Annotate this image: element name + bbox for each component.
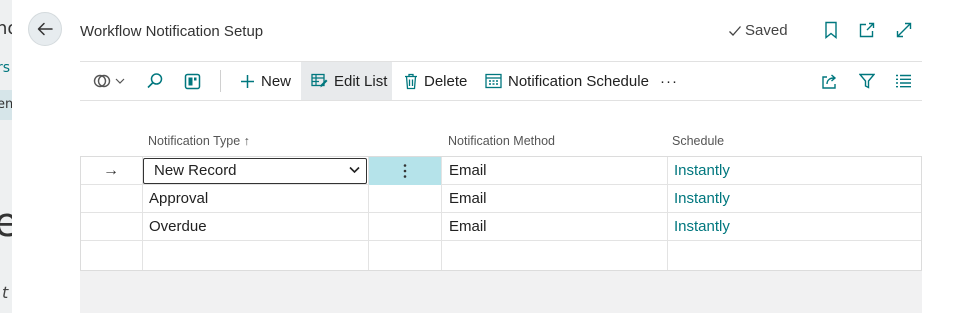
- list-view-icon: [896, 74, 911, 88]
- column-header-schedule[interactable]: Schedule: [672, 134, 724, 148]
- table-row[interactable]: Overdue Email Instantly: [81, 213, 921, 241]
- background-text-fragment: e: [0, 200, 12, 246]
- list-view-button[interactable]: [895, 62, 912, 100]
- filter-button[interactable]: [859, 62, 875, 100]
- share-icon: [822, 73, 837, 89]
- share-button[interactable]: [821, 62, 839, 100]
- expand-icon: [896, 22, 912, 38]
- notification-schedule-button[interactable]: Notification Schedule: [485, 62, 649, 100]
- column-header-label: Notification Type: [148, 134, 241, 148]
- row-actions-button[interactable]: [369, 157, 441, 185]
- background-text-fragment: en: [0, 97, 12, 112]
- delete-button[interactable]: Delete: [404, 62, 467, 100]
- sort-ascending-icon: ↑: [243, 134, 250, 148]
- edit-list-button[interactable]: Edit List: [301, 62, 392, 100]
- page-footer-area: [80, 271, 922, 313]
- more-vertical-icon: [403, 164, 407, 178]
- column-header-notification-type[interactable]: Notification Type ↑: [148, 134, 250, 148]
- notification-type-value: New Record: [154, 162, 237, 179]
- empty-new-row[interactable]: [81, 241, 921, 269]
- views-icon: [93, 74, 111, 88]
- notification-method-cell[interactable]: Email: [449, 157, 487, 185]
- saved-label: Saved: [745, 22, 788, 39]
- schedule-link[interactable]: Instantly: [674, 157, 730, 185]
- saved-status: Saved: [728, 22, 788, 39]
- expand-button[interactable]: [894, 20, 914, 40]
- checkmark-icon: [729, 25, 741, 36]
- background-text-fragment: no: [0, 18, 12, 39]
- more-options-button[interactable]: ···: [660, 62, 678, 100]
- notification-method-cell[interactable]: Email: [449, 185, 487, 213]
- toolbar-divider: [220, 70, 221, 92]
- notification-schedule-label: Notification Schedule: [508, 72, 649, 90]
- schedule-link[interactable]: Instantly: [674, 213, 730, 241]
- views-menu-button[interactable]: [92, 62, 125, 100]
- background-text-fragment: t: [2, 283, 9, 302]
- layout-panel-icon: [184, 73, 201, 89]
- delete-label: Delete: [424, 72, 468, 90]
- background-text-fragment: rs: [0, 60, 11, 76]
- current-row-arrow-icon: →: [103, 162, 119, 179]
- notification-grid: → New Record Email Instantly Approval Em…: [80, 156, 922, 271]
- table-row[interactable]: Approval Email Instantly: [81, 185, 921, 213]
- open-new-window-button[interactable]: [857, 20, 877, 40]
- notification-method-cell[interactable]: Email: [449, 213, 487, 241]
- plus-icon: [241, 74, 254, 88]
- notification-type-cell[interactable]: Approval: [149, 185, 208, 213]
- new-label: New: [261, 72, 292, 90]
- chevron-down-icon: [349, 166, 360, 174]
- edit-list-icon: [311, 73, 328, 88]
- table-row[interactable]: → New Record Email Instantly: [81, 157, 921, 185]
- back-button[interactable]: [28, 12, 62, 46]
- open-in-new-window-icon: [859, 22, 875, 38]
- filter-pane-button[interactable]: [184, 62, 201, 100]
- search-button[interactable]: [146, 62, 164, 100]
- search-icon: [147, 73, 163, 89]
- chevron-down-icon: [115, 78, 125, 84]
- calendar-schedule-icon: [485, 73, 502, 89]
- edit-list-label: Edit List: [334, 72, 388, 90]
- notification-type-cell[interactable]: Overdue: [149, 213, 207, 241]
- schedule-link[interactable]: Instantly: [674, 185, 730, 213]
- arrow-left-icon: [37, 22, 53, 36]
- page-title: Workflow Notification Setup: [80, 23, 264, 40]
- new-button[interactable]: New: [240, 62, 291, 100]
- trash-icon: [405, 73, 417, 89]
- action-toolbar: New Edit List Delete Notification Schedu…: [80, 61, 922, 101]
- bookmark-icon: [825, 21, 837, 39]
- column-header-notification-method[interactable]: Notification Method: [448, 134, 555, 148]
- notification-type-select[interactable]: New Record: [143, 158, 367, 184]
- more-options-label: ···: [660, 72, 678, 90]
- filter-icon: [859, 73, 875, 89]
- bookmark-button[interactable]: [821, 20, 841, 40]
- background-page-strip: no rs en e t: [0, 0, 12, 313]
